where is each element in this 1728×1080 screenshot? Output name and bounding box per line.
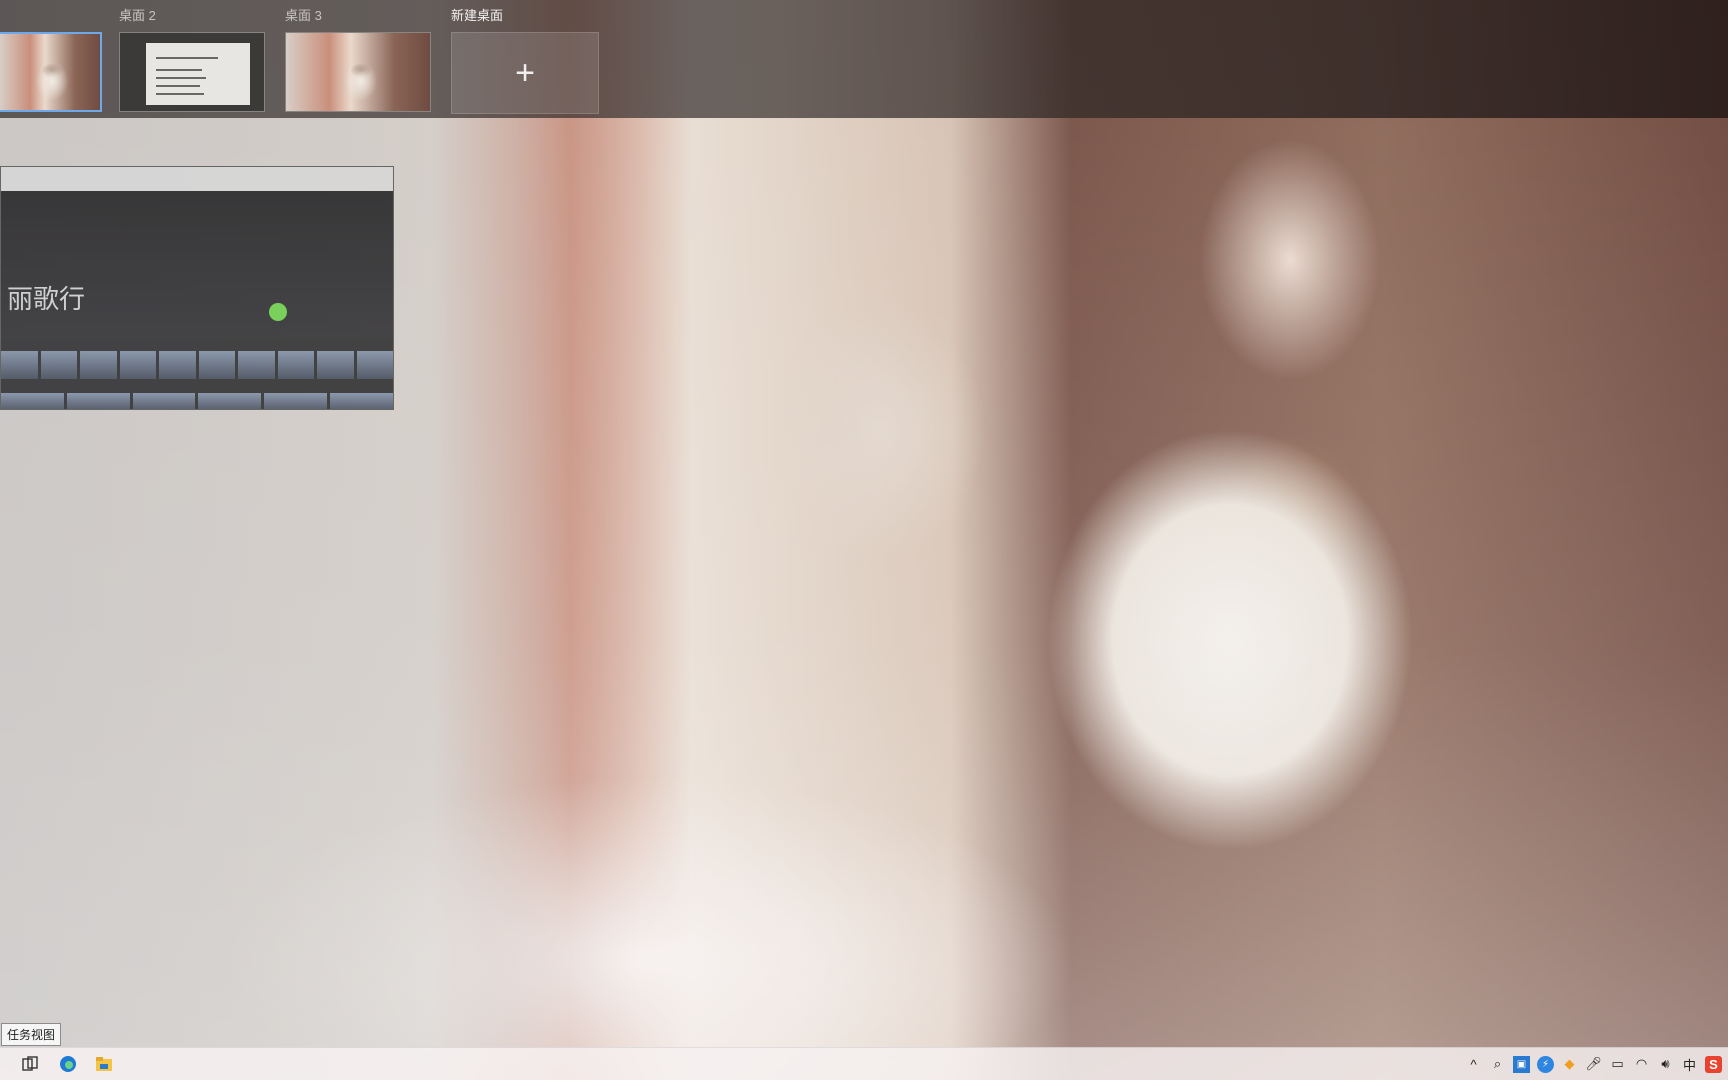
poster-row (1, 393, 393, 409)
desktop-2-preview (120, 33, 264, 111)
task-view-glyph (22, 1056, 38, 1071)
app-tray-icon[interactable]: ▣ (1513, 1055, 1530, 1073)
desktop-2-label: 桌面 2 (119, 8, 156, 23)
poster (264, 393, 328, 409)
preview-line (156, 93, 204, 95)
desktop-1-preview (0, 34, 100, 110)
poster-row (1, 351, 393, 379)
new-desktop[interactable]: 新建桌面 + (451, 8, 599, 114)
poster (238, 351, 275, 379)
desktop-3[interactable]: 桌面 3 (285, 8, 431, 112)
search-icon[interactable]: ⌕ (1489, 1056, 1506, 1073)
virtual-desktop-strip: 桌面 2 桌面 3 新建桌面 + (0, 0, 1728, 118)
browser-chrome (1, 167, 393, 191)
poster (277, 351, 314, 379)
battery-icon[interactable]: ▭ (1609, 1056, 1626, 1073)
preview-line (156, 77, 206, 79)
wifi-icon[interactable]: ◠ (1633, 1056, 1650, 1073)
poster (356, 351, 393, 379)
app-tray-icon[interactable]: ◆ (1561, 1056, 1578, 1073)
poster (330, 393, 393, 409)
desktop-3-preview (286, 33, 430, 111)
show-hidden-icons-button[interactable]: ^ (1465, 1056, 1482, 1073)
desktop-3-thumbnail[interactable] (285, 32, 431, 112)
new-desktop-label: 新建桌面 (451, 8, 504, 23)
task-view-tooltip: 任务视图 (1, 1023, 62, 1046)
folder-glyph (96, 1057, 112, 1071)
poster (317, 351, 354, 379)
desktop-screen: 桌面 2 桌面 3 新建桌面 + 丽歌行 任务视图 ^ ⌕ ▣ ⚡ ◆ 🎤︎ ▭… (0, 0, 1728, 1080)
poster (198, 351, 235, 379)
poster (40, 351, 77, 379)
edge-glyph (60, 1056, 76, 1072)
new-desktop-button[interactable]: + (451, 32, 599, 114)
volume-icon[interactable]: 🔊︎ (1657, 1056, 1674, 1073)
desktop-1-label (0, 8, 102, 24)
poster (66, 393, 130, 409)
preview-line (156, 57, 218, 59)
desktop-3-label: 桌面 3 (285, 8, 322, 23)
preview-line (156, 69, 202, 71)
play-icon (269, 303, 287, 321)
poster (1, 351, 38, 379)
desktop-1[interactable] (0, 8, 102, 112)
task-view-icon[interactable] (18, 1052, 42, 1076)
desktop-2-thumbnail[interactable] (119, 32, 265, 112)
poster (198, 393, 262, 409)
desktop-2[interactable]: 桌面 2 (119, 8, 265, 112)
taskbar: ^ ⌕ ▣ ⚡ ◆ 🎤︎ ▭ ◠ 🔊︎ 中 S (0, 1047, 1728, 1080)
open-window-thumbnail[interactable]: 丽歌行 (0, 166, 394, 410)
ime-mode-indicator[interactable]: 中 (1681, 1056, 1698, 1073)
file-explorer-icon[interactable] (92, 1052, 116, 1076)
system-tray: ^ ⌕ ▣ ⚡ ◆ 🎤︎ ▭ ◠ 🔊︎ 中 S (1465, 1052, 1722, 1076)
desktop-1-thumbnail[interactable] (0, 32, 102, 112)
poster (119, 351, 156, 379)
show-title: 丽歌行 (7, 285, 86, 315)
poster (80, 351, 117, 379)
document-preview (146, 43, 250, 105)
edge-icon[interactable] (56, 1052, 80, 1076)
sogou-ime-icon[interactable]: S (1705, 1055, 1722, 1073)
video-site-banner (1, 191, 393, 339)
preview-line (156, 85, 200, 87)
poster (1, 393, 64, 409)
microphone-icon[interactable]: 🎤︎ (1585, 1056, 1602, 1073)
app-tray-icon[interactable]: ⚡ (1537, 1055, 1554, 1073)
plus-icon: + (515, 53, 535, 92)
poster (159, 351, 196, 379)
poster (132, 393, 196, 409)
